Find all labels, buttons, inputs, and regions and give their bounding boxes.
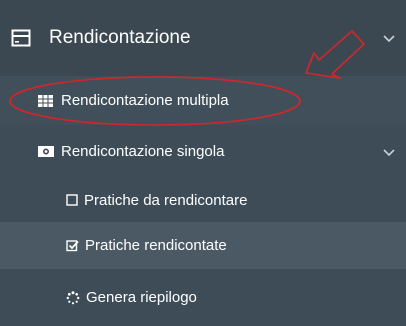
money-bill-icon xyxy=(38,146,54,158)
submenu-item-label: Pratiche rendicontate xyxy=(85,237,227,254)
empty-checkbox-icon xyxy=(66,194,78,206)
menu-item-rendicontazione-multipla[interactable]: Rendicontazione multipla xyxy=(0,76,406,125)
submenu-item-label: Pratiche da rendicontare xyxy=(84,191,248,209)
menu-item-rendicontazione-singola[interactable]: Rendicontazione singola xyxy=(0,125,406,178)
submenu-item-label: Genera riepilogo xyxy=(86,289,197,306)
credit-card-icon xyxy=(11,28,31,48)
chevron-down-icon[interactable] xyxy=(382,147,396,157)
chevron-down-icon[interactable] xyxy=(382,33,396,43)
menu-section-label: Rendicontazione xyxy=(49,27,191,48)
menu-item-label: Rendicontazione multipla xyxy=(61,92,229,109)
grid-table-icon xyxy=(38,94,53,107)
submenu-item-pratiche-da-rendicontare[interactable]: Pratiche da rendicontare xyxy=(0,178,406,222)
submenu-item-pratiche-rendicontate[interactable]: Pratiche rendicontate xyxy=(0,222,406,269)
spinner-icon xyxy=(66,290,80,305)
sidebar-menu: Rendicontazione Rendicontazione multipla xyxy=(0,0,406,326)
submenu-item-genera-riepilogo[interactable]: Genera riepilogo xyxy=(0,269,406,326)
checked-checkbox-icon xyxy=(66,239,79,252)
menu-item-label: Rendicontazione singola xyxy=(61,143,225,160)
menu-section-rendicontazione[interactable]: Rendicontazione xyxy=(0,0,406,76)
